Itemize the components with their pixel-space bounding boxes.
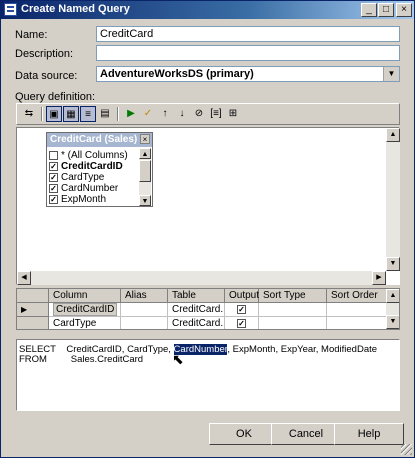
query-icon [4,3,17,16]
sort-ascending-icon[interactable]: ↑ [157,106,173,122]
grid-header-sort-order[interactable]: Sort Order [327,289,387,303]
grid-cell-output[interactable]: ✓ [225,303,259,317]
manage-relationships-icon[interactable]: ⇆ [21,106,37,122]
column-label: CardType [61,172,105,183]
grid-cell-sort-order[interactable] [327,303,387,317]
grid-header-output[interactable]: Output [225,289,259,303]
grid-cell-sort-order[interactable] [327,317,387,329]
show-results-pane-icon[interactable]: ▤ [97,106,113,122]
checkbox[interactable]: ✓ [49,172,58,182]
description-input[interactable] [96,45,400,61]
row-header-corner [17,289,49,303]
creditcard-table-box[interactable]: CreditCard (Sales) × * (All Columns) ✓ Cr… [46,132,153,207]
checkbox[interactable] [49,150,58,160]
table-box-close-icon[interactable]: × [140,134,150,144]
grid-cell-sort-type[interactable] [259,317,327,329]
create-named-query-dialog: Create Named Query _ □ × Name: CreditCar… [0,0,415,458]
table-box-scrollbar[interactable]: ▲ ▼ [139,148,151,206]
grid-cell-column[interactable]: CardType [49,317,121,329]
run-icon[interactable]: ▶ [123,106,139,122]
add-table-icon[interactable]: ⊞ [225,106,241,122]
resize-grip-icon[interactable] [401,444,412,455]
grid-vscrollbar[interactable]: ▲ ▼ [386,289,399,329]
data-source-value: AdventureWorksDS (primary) [100,68,254,80]
minimize-button[interactable]: _ [361,3,377,17]
grid-cell-sort-type[interactable] [259,303,327,317]
checkbox[interactable]: ✓ [49,194,58,204]
diagram-hscrollbar[interactable]: ◀ ▶ [17,271,386,285]
grid-header-alias[interactable]: Alias [121,289,168,303]
maximize-button[interactable]: □ [378,3,394,17]
chevron-down-icon[interactable]: ▼ [383,67,399,81]
grid-cell-table[interactable]: CreditCard... [168,317,225,329]
ok-button[interactable]: OK [209,423,279,445]
help-button[interactable]: Help [334,423,404,445]
sql-pane[interactable]: SELECT CreditCardID, CardType, CardNumbe… [16,339,400,411]
show-sql-pane-icon[interactable]: ≡ [80,106,96,122]
toolbar-separator [41,107,43,121]
row-selector[interactable] [17,317,49,329]
grid-cell-column[interactable]: CreditCardID [49,303,121,317]
table-title[interactable]: CreditCard (Sales) [47,133,152,147]
output-checkbox[interactable]: ✓ [237,304,246,314]
grid-cell-alias[interactable] [121,317,168,329]
name-label: Name: [15,29,48,41]
sql-text: , ExpMonth, ExpYear, ModifiedDate [227,344,378,355]
scroll-down-icon[interactable]: ▼ [386,257,400,271]
verify-sql-icon[interactable]: ✓ [140,106,156,122]
mouse-cursor-icon: ⬉ [172,351,184,367]
column-label: * (All Columns) [61,150,128,161]
diagram-vscrollbar[interactable]: ▲ ▼ [386,128,400,271]
window-title: Create Named Query [21,3,130,15]
grid-cell-output[interactable]: ✓ [225,317,259,329]
cell-text: CreditCardID [53,303,118,316]
sql-keyword: FROM [19,354,47,365]
grid-header-sort-type[interactable]: Sort Type [259,289,327,303]
scroll-up-icon[interactable]: ▲ [386,128,400,142]
toolbar-separator [117,107,119,121]
data-source-label: Data source: [15,70,78,82]
title-bar[interactable]: Create Named Query _ □ × [1,1,414,19]
scroll-up-icon[interactable]: ▲ [386,289,399,303]
checkbox[interactable]: ✓ [49,183,58,193]
sql-text: Sales.CreditCard [70,354,144,365]
column-label: CardNumber [61,183,119,194]
column-item[interactable]: ✓ CreditCardID [49,161,123,172]
name-input[interactable]: CreditCard [96,26,400,42]
cancel-button[interactable]: Cancel [271,423,341,445]
show-grid-pane-icon[interactable]: ▦ [63,106,79,122]
output-checkbox[interactable]: ✓ [237,318,246,328]
column-item[interactable]: ✓ ExpMonth [49,194,106,205]
use-group-by-icon[interactable]: [≡] [208,106,224,122]
column-label: CreditCardID [61,161,123,172]
scroll-down-icon[interactable]: ▼ [386,315,399,329]
scroll-left-icon[interactable]: ◀ [17,271,31,285]
row-selector-icon[interactable]: ▶ [17,303,49,317]
scroll-thumb[interactable] [139,160,151,182]
show-diagram-pane-icon[interactable]: ▣ [46,106,62,122]
grid-header-column[interactable]: Column [49,289,121,303]
grid-cell-table[interactable]: CreditCard... [168,303,225,317]
column-label: ExpMonth [61,194,107,205]
scroll-up-icon[interactable]: ▲ [139,148,151,159]
grid-pane[interactable]: Column Alias Table Output Sort Type Sort… [16,288,400,330]
sql-line-from[interactable]: FROM Sales.CreditCard [19,354,143,365]
column-item[interactable]: ✓ CardType [49,172,104,183]
scroll-right-icon[interactable]: ▶ [372,271,386,285]
grid-header-table[interactable]: Table [168,289,225,303]
checkbox[interactable]: ✓ [49,161,58,171]
query-toolbar: ⇆ ▣ ▦ ≡ ▤ ▶ ✓ ↑ ↓ ⊘ [≡] ⊞ [16,103,400,125]
close-button[interactable]: × [396,3,412,17]
column-item[interactable]: ✓ CardNumber [49,183,118,194]
pane-splitter[interactable] [16,332,400,337]
query-definition-label: Query definition: [15,91,96,103]
description-label: Description: [15,48,74,60]
scroll-down-icon[interactable]: ▼ [139,195,151,206]
remove-filter-icon[interactable]: ⊘ [191,106,207,122]
column-item[interactable]: * (All Columns) [49,150,128,161]
data-source-select[interactable]: AdventureWorksDS (primary) ▼ [96,66,400,82]
grid-cell-alias[interactable] [121,303,168,317]
sort-descending-icon[interactable]: ↓ [174,106,190,122]
